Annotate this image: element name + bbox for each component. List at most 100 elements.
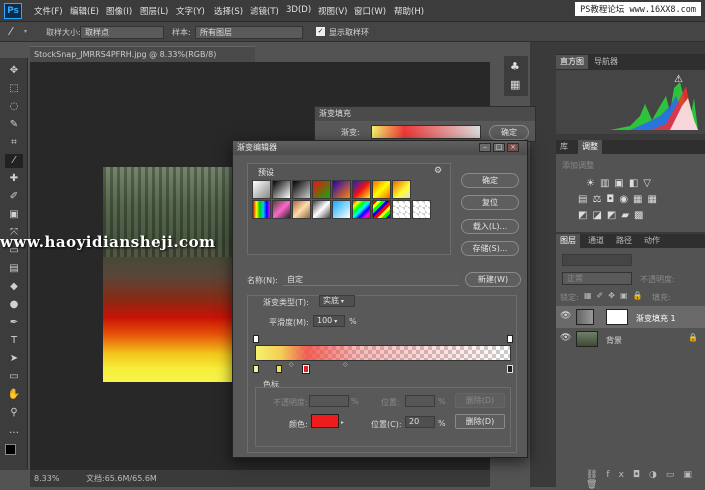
path-select-tool-icon[interactable]: ➤	[5, 352, 23, 366]
eye-icon[interactable]: 👁	[560, 311, 571, 321]
preset-swatch[interactable]	[392, 200, 411, 219]
chevron-right-icon[interactable]: ▸	[341, 419, 344, 426]
color-stop[interactable]	[276, 365, 282, 373]
menu-window[interactable]: 窗口(W)	[354, 5, 386, 17]
marquee-tool-icon[interactable]: ⬚	[5, 82, 23, 96]
tab-library[interactable]: 库	[556, 140, 572, 154]
preset-swatch[interactable]	[392, 180, 411, 199]
adjustment-icons-row3[interactable]: ◩◪◩▰▩	[578, 210, 648, 221]
eyedropper-tool-icon[interactable]: ⁄	[5, 154, 23, 168]
layer-name[interactable]: 背景	[606, 335, 622, 346]
foreground-color-swatch[interactable]	[5, 444, 16, 455]
eye-icon[interactable]: 👁	[560, 333, 571, 343]
zoom-readout[interactable]: 8.33%	[34, 474, 59, 483]
more-tools-icon[interactable]: …	[5, 424, 23, 438]
opacity-stop[interactable]	[507, 335, 513, 343]
adjustment-icons-row2[interactable]: ▤⚖◘◉▦▦	[578, 194, 662, 205]
menu-filter[interactable]: 滤镜(T)	[250, 5, 279, 17]
hand-tool-icon[interactable]: ✋	[5, 388, 23, 402]
menu-edit[interactable]: 编辑(E)	[70, 5, 99, 17]
menu-type[interactable]: 文字(Y)	[176, 5, 205, 17]
layer-row[interactable]: 👁 渐变填充 1	[556, 306, 705, 328]
preset-swatch[interactable]	[332, 180, 351, 199]
gradient-bar[interactable]	[255, 345, 511, 361]
crop-tool-icon[interactable]: ⌗	[5, 136, 23, 150]
preset-swatch[interactable]	[292, 180, 311, 199]
sample-select[interactable]: 所有图层	[195, 26, 303, 39]
preset-swatch[interactable]	[252, 200, 271, 219]
menu-select[interactable]: 选择(S)	[214, 5, 243, 17]
stop-location-input[interactable]: 20	[405, 416, 435, 428]
new-button[interactable]: 新建(W)	[465, 272, 521, 287]
adjustment-icons-row1[interactable]: ☀▥▣◧▽	[586, 178, 656, 189]
preset-swatch[interactable]	[272, 200, 291, 219]
color-stop-selected[interactable]	[302, 364, 310, 374]
layer-filter-select[interactable]	[562, 254, 632, 266]
stop-location-input-disabled[interactable]	[405, 395, 435, 407]
menu-3d[interactable]: 3D(D)	[286, 5, 311, 15]
stop-opacity-input[interactable]	[309, 395, 349, 407]
preset-swatch[interactable]	[352, 180, 371, 199]
gradient-type-select[interactable]: 实底 ▾	[319, 295, 355, 307]
menu-file[interactable]: 文件(F)	[34, 5, 63, 17]
lasso-tool-icon[interactable]: ◌	[5, 100, 23, 114]
move-tool-icon[interactable]: ✥	[5, 64, 23, 78]
stop-color-swatch[interactable]	[311, 414, 339, 428]
gear-icon[interactable]: ⚙	[434, 166, 442, 176]
pen-tool-icon[interactable]: ✒	[5, 316, 23, 330]
grid-icon[interactable]: ▦	[510, 78, 520, 91]
ok-button[interactable]: 确定	[461, 173, 519, 188]
document-tab[interactable]: StockSnap_JMRRS4PFRH.jpg @ 8.33%(RGB/8)	[30, 46, 255, 62]
tab-paths[interactable]: 路径	[612, 234, 636, 248]
preset-swatch[interactable]	[292, 200, 311, 219]
close-icon[interactable]: ×	[507, 143, 519, 152]
gradient-preview[interactable]	[371, 125, 481, 139]
healing-tool-icon[interactable]: ✚	[5, 172, 23, 186]
color-stop[interactable]	[253, 365, 259, 373]
opacity-stop[interactable]	[253, 335, 259, 343]
blur-tool-icon[interactable]: ◆	[5, 280, 23, 294]
gradient-tool-icon[interactable]: ▤	[5, 262, 23, 276]
lock-icons[interactable]: ▦✐✥▣🔒	[584, 291, 647, 300]
dodge-tool-icon[interactable]: ●	[5, 298, 23, 312]
stamp-tool-icon[interactable]: ▣	[5, 208, 23, 222]
load-button[interactable]: 载入(L)...	[461, 219, 519, 234]
eyedropper-icon[interactable]: ⁄	[10, 25, 12, 38]
layer-actions[interactable]: ⛓fx◘◑▭▣🗑	[586, 470, 705, 490]
blend-mode-select[interactable]: 正常	[562, 272, 632, 285]
menu-layer[interactable]: 图层(L)	[140, 5, 168, 17]
name-field[interactable]: 自定	[283, 272, 459, 286]
tab-adjustments[interactable]: 调整	[578, 140, 602, 154]
midpoint-diamond-icon[interactable]: ◇	[289, 361, 294, 368]
preset-swatch[interactable]	[372, 180, 391, 199]
zoom-tool-icon[interactable]: ⚲	[5, 406, 23, 420]
quick-select-tool-icon[interactable]: ✎	[5, 118, 23, 132]
brush-tool-icon[interactable]: ✐	[5, 190, 23, 204]
shape-tool-icon[interactable]: ▭	[5, 370, 23, 384]
preset-swatch[interactable]	[412, 200, 431, 219]
preset-swatch[interactable]	[312, 200, 331, 219]
midpoint-diamond-icon[interactable]: ◇	[343, 361, 348, 368]
chevron-down-icon[interactable]: ▾	[24, 28, 27, 35]
sample-size-select[interactable]: 取样点	[80, 26, 164, 39]
menu-image[interactable]: 图像(I)	[106, 5, 132, 17]
preset-swatch[interactable]	[372, 200, 391, 219]
reset-button[interactable]: 复位	[461, 195, 519, 210]
preset-swatch[interactable]	[272, 180, 291, 199]
delete-opacity-stop-button[interactable]: 删除(D)	[455, 393, 505, 408]
layer-row[interactable]: 👁 背景 🔒	[556, 328, 705, 350]
layer-name[interactable]: 渐变填充 1	[636, 313, 676, 324]
tab-channels[interactable]: 通道	[584, 234, 608, 248]
maximize-icon[interactable]: □	[493, 143, 505, 152]
preset-swatch[interactable]	[312, 180, 331, 199]
tab-actions[interactable]: 动作	[640, 234, 664, 248]
menu-view[interactable]: 视图(V)	[318, 5, 347, 17]
minimize-icon[interactable]: –	[479, 143, 491, 152]
ok-button[interactable]: 确定	[489, 125, 529, 140]
type-tool-icon[interactable]: T	[5, 334, 23, 348]
menu-help[interactable]: 帮助(H)	[394, 5, 424, 17]
save-button[interactable]: 存储(S)...	[461, 241, 519, 256]
delete-color-stop-button[interactable]: 删除(D)	[455, 414, 505, 429]
tab-navigator[interactable]: 导航器	[590, 55, 622, 69]
preset-swatch[interactable]	[332, 200, 351, 219]
